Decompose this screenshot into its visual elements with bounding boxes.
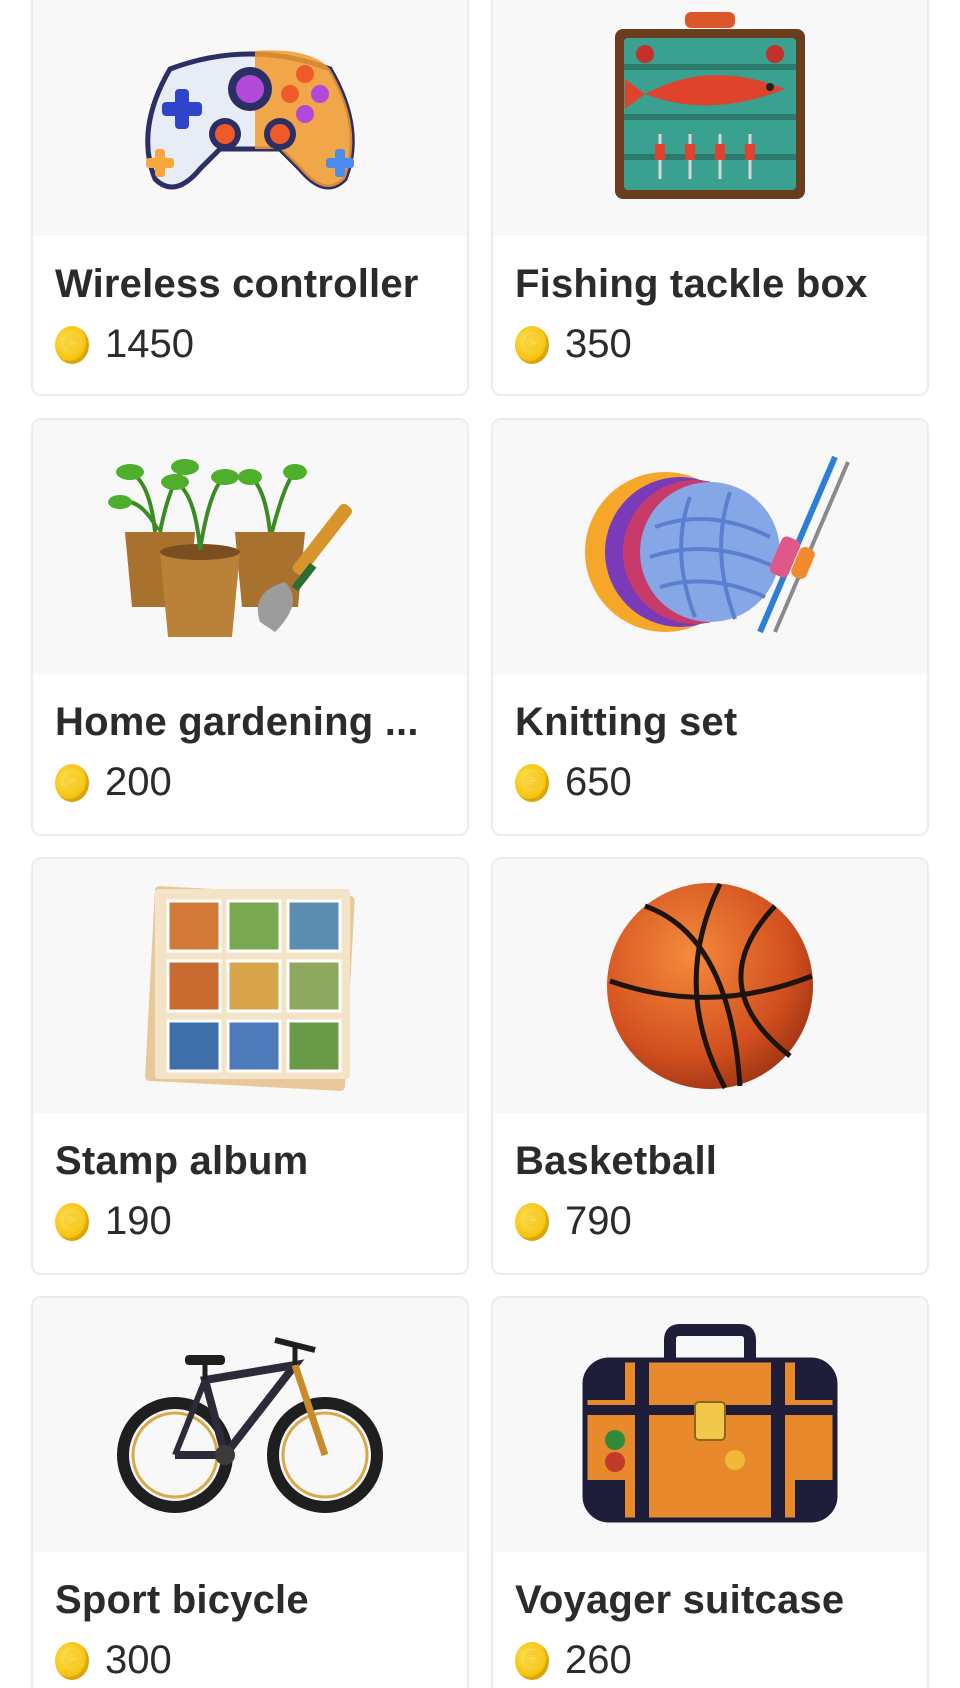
price-value: 200 [105, 760, 172, 804]
product-name: Home gardening ... [55, 700, 419, 744]
product-image-area [493, 1298, 927, 1552]
price-value: 300 [105, 1638, 172, 1682]
price-value: 1450 [105, 322, 194, 366]
product-price: © 300 [55, 1638, 172, 1683]
product-image-area [493, 0, 927, 236]
tackle-box-icon [615, 12, 805, 199]
product-name: Basketball [515, 1139, 718, 1183]
product-card-sport-bicycle[interactable]: Sport bicycle © 300 [31, 1296, 469, 1688]
product-card-voyager-suitcase[interactable]: Voyager suitcase © 260 [491, 1296, 929, 1688]
product-image-area [33, 859, 467, 1113]
product-grid: Wireless controller © 1450 Fishing tackl… [0, 0, 960, 1688]
stamp-album-icon [145, 886, 355, 1091]
price-value: 350 [565, 322, 632, 366]
coin-icon: © [515, 763, 549, 802]
product-name: Wireless controller [55, 262, 419, 306]
price-value: 790 [565, 1199, 632, 1243]
product-name: Knitting set [515, 700, 738, 744]
product-card-knitting-set[interactable]: Knitting set © 650 [491, 418, 929, 836]
price-value: 650 [565, 760, 632, 804]
product-card-wireless-controller[interactable]: Wireless controller © 1450 [31, 0, 469, 396]
product-card-home-gardening[interactable]: Home gardening ... © 200 [31, 418, 469, 836]
product-image-area [493, 420, 927, 674]
coin-icon: © [55, 1641, 89, 1680]
product-image-area [493, 859, 927, 1113]
price-value: 260 [565, 1638, 632, 1682]
coin-icon: © [515, 325, 549, 364]
coin-icon: © [55, 763, 89, 802]
product-price: © 650 [515, 760, 632, 805]
product-name: Fishing tackle box [515, 262, 868, 306]
coin-icon: © [515, 1202, 549, 1241]
product-card-stamp-album[interactable]: Stamp album © 190 [31, 857, 469, 1275]
product-price: © 350 [515, 322, 632, 367]
product-price: © 260 [515, 1638, 632, 1683]
product-image-area [33, 420, 467, 674]
product-image-area [33, 0, 467, 236]
coin-icon: © [55, 1202, 89, 1241]
coin-icon: © [55, 325, 89, 364]
game-controller-icon [145, 50, 355, 190]
product-price: © 200 [55, 760, 172, 805]
product-name: Voyager suitcase [515, 1578, 845, 1622]
yarn-ball-needles-icon [585, 455, 850, 634]
product-image-area [33, 1298, 467, 1552]
suitcase-icon [582, 1324, 838, 1523]
product-price: © 1450 [55, 322, 194, 367]
product-card-fishing-tackle-box[interactable]: Fishing tackle box © 350 [491, 0, 929, 396]
coin-icon: © [515, 1641, 549, 1680]
price-value: 190 [105, 1199, 172, 1243]
product-name: Stamp album [55, 1139, 309, 1183]
potted-plants-trowel-icon [108, 459, 352, 637]
product-price: © 190 [55, 1199, 172, 1244]
basketball-icon [607, 882, 813, 1090]
product-price: © 790 [515, 1199, 632, 1244]
bicycle-icon [117, 1337, 383, 1513]
product-name: Sport bicycle [55, 1578, 309, 1622]
product-card-basketball[interactable]: Basketball © 790 [491, 857, 929, 1275]
